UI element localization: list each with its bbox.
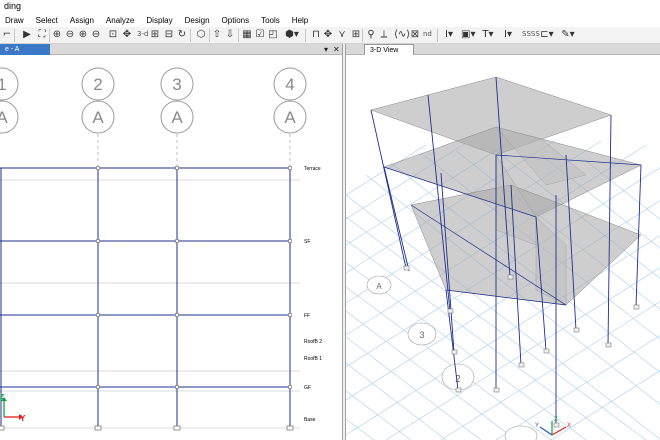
menu-tools[interactable]: Tools [255, 14, 286, 27]
close-icon[interactable]: ✕ [333, 44, 340, 55]
3d-view-tab-bar: 3-D View [346, 44, 660, 55]
grid-letter-1: A [0, 108, 8, 127]
menu-analyze[interactable]: Analyze [100, 14, 140, 27]
nd-button[interactable]: nd [423, 30, 432, 38]
zoom-out-icon[interactable]: ⊖ [65, 29, 75, 41]
quick-draw-icon[interactable]: ⚲ [366, 29, 376, 41]
elevation-tab-bar: e - A ▾ ✕ [0, 44, 342, 55]
draw-point-icon[interactable]: ✥ [323, 29, 333, 41]
axis-3d-x-label: X [567, 423, 571, 429]
menu-help[interactable]: Help [286, 14, 314, 27]
etabs-window: ding Draw Select Assign Analyze Display … [0, 0, 660, 440]
object-shrink-icon[interactable]: ◰ [268, 29, 278, 41]
zoom-extents-icon[interactable]: ⊡ [107, 29, 119, 41]
grid-letter-3: A [171, 108, 183, 127]
perspective-icon[interactable]: ⬡ [195, 29, 207, 41]
grid-number-1: 1 [0, 75, 7, 94]
move-up-icon[interactable]: ⇧ [212, 29, 222, 41]
menu-options[interactable]: Options [216, 14, 256, 27]
menu-select[interactable]: Select [30, 14, 64, 27]
menu-draw[interactable]: Draw [0, 14, 30, 27]
elevation-axis-triad: Y Z [0, 394, 26, 423]
grid-bubble-2: 2 A [81, 67, 115, 134]
lock-icon[interactable]: ⛶ [37, 29, 47, 41]
grid-number-3: 3 [172, 75, 181, 94]
story-label-sf: SF [304, 239, 310, 245]
draw-column-icon[interactable]: ⊞ [351, 29, 361, 41]
ground-grid-bubbles: A 3 2 [366, 275, 538, 440]
draw-brace-icon[interactable]: ⋎ [337, 29, 347, 41]
story-label-gf: GF [304, 385, 311, 391]
story-label-ff: FF [304, 313, 310, 319]
menu-assign[interactable]: Assign [64, 14, 100, 27]
menu-display[interactable]: Display [140, 14, 178, 27]
display-options-icon[interactable]: ▦ [241, 29, 253, 41]
floor-label-a: A [376, 282, 382, 291]
elevation-joints [96, 166, 292, 389]
elevation-view-panel[interactable]: e - A ▾ ✕ 1 A 2 A 3 A [0, 44, 343, 440]
story-label-terrace: Terrace [304, 166, 321, 172]
assign-wall-icon[interactable]: I▾ [501, 29, 515, 41]
pan-icon[interactable]: ✥ [122, 29, 132, 41]
grid-letter-4: A [284, 108, 296, 127]
menu-design[interactable]: Design [179, 14, 216, 27]
grid-number-2: 2 [93, 75, 102, 94]
sss-button[interactable]: SSSS [522, 30, 540, 38]
floor-label-3: 3 [419, 330, 424, 340]
grid-bubble-3: 3 A [160, 67, 194, 134]
title-bar: ding [0, 0, 660, 14]
run-analysis-icon[interactable]: ▶ [22, 29, 32, 41]
axis-3d-y-label: Y [535, 423, 539, 429]
elevation-canvas[interactable]: 1 A 2 A 3 A 4 A [0, 55, 343, 440]
draw-link-icon[interactable]: ⟂ [379, 29, 389, 41]
checkbox-view-icon[interactable]: ☑ [255, 29, 265, 41]
draw-line-icon[interactable]: ✎▾ [560, 29, 576, 41]
story-label-roofb2: RoofB 2 [304, 339, 322, 345]
elevation-frame[interactable] [0, 167, 291, 428]
move-down-icon[interactable]: ⇩ [225, 29, 235, 41]
section-cut-icon[interactable]: I▾ [442, 29, 456, 41]
menu-bar: Draw Select Assign Analyze Display Desig… [0, 14, 660, 27]
elevation-view-icon[interactable]: ⊟ [164, 29, 174, 41]
3d-view-tab[interactable]: 3-D View [364, 44, 414, 55]
grid-number-4: 4 [285, 75, 294, 94]
assign-beam-icon[interactable]: T▾ [481, 29, 495, 41]
rotate-view-icon[interactable]: ↻ [177, 29, 187, 41]
zoom-window-icon[interactable]: ⊕ [78, 29, 88, 41]
plan-view-icon[interactable]: ⊞ [150, 29, 160, 41]
story-lines [0, 179, 300, 429]
axis-y-label: Y [20, 414, 26, 423]
story-label-base: Base [304, 417, 316, 423]
3d-view-button[interactable]: 3-d [137, 30, 148, 38]
zoom-restore-icon[interactable]: ⊖ [91, 29, 101, 41]
extrude-icon[interactable]: ⬢▾ [285, 29, 299, 41]
assign-joint-icon[interactable]: ⊏▾ [540, 29, 554, 41]
axis-3d-z-label: Z [554, 417, 558, 423]
3d-view-panel[interactable]: 3-D View A 3 2 X Y Z [345, 44, 660, 440]
elevation-view-tab[interactable]: e - A [0, 44, 50, 55]
draw-spring-icon[interactable]: ⟨∿⟩ [394, 29, 410, 41]
pointer-icon[interactable]: ⌐ [2, 29, 12, 41]
story-label-roofb1: RoofB 1 [304, 356, 322, 362]
grid-bubble-1: 1 A [0, 67, 19, 134]
assign-frame-icon[interactable]: ▣▾ [461, 29, 475, 41]
zoom-in-icon[interactable]: ⊕ [52, 29, 62, 41]
draw-area-icon[interactable]: ⊠ [410, 29, 420, 41]
main-toolbar: ⌐ ▶ ⛶ ⊕ ⊖ ⊕ ⊖ ⊡ ✥ 3-d ⊞ ⊟ ↻ ⬡ ⇧ ⇩ ▦ ☑ ◰ … [0, 27, 660, 44]
grid-bubble-4: 4 A [273, 67, 307, 134]
grid-letter-2: A [92, 108, 104, 127]
3d-canvas[interactable]: A 3 2 X Y Z [346, 55, 660, 440]
axis-z-label: Z [0, 394, 5, 401]
draw-frame-icon[interactable]: ⊓ [310, 29, 322, 41]
pin-icon[interactable]: ▾ [324, 44, 328, 55]
window-title: ding [4, 1, 22, 11]
